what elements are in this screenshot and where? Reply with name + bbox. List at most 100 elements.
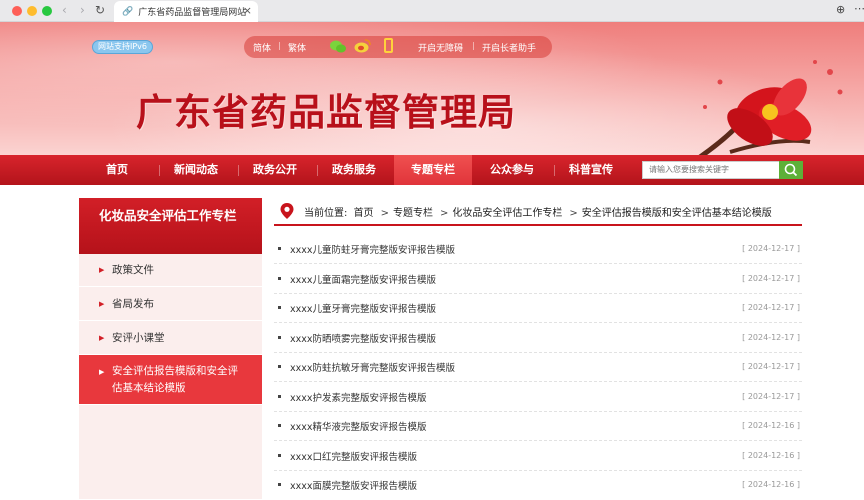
wechat-icon[interactable] [330, 40, 346, 53]
list-item[interactable]: xxxx防晒喷雾完整版安评报告模版 [ 2024-12-17 ] [274, 323, 802, 353]
bullet-icon [278, 247, 281, 250]
article-title-link[interactable]: xxxx儿童面霜完整版安评报告模版 [290, 272, 436, 286]
sidebar-item-releases[interactable]: ▶ 省局发布 [79, 287, 262, 321]
triangle-right-icon: ▶ [99, 334, 105, 342]
sidebar-item-label: 安评小课堂 [112, 332, 165, 344]
article-date: [ 2024-12-17 ] [742, 244, 800, 253]
article-date: [ 2024-12-17 ] [742, 333, 800, 342]
list-item[interactable]: xxxx儿童面霜完整版安评报告模版 [ 2024-12-17 ] [274, 264, 802, 294]
search-input[interactable]: 请输入您要搜索关键字 [642, 161, 782, 179]
maximize-window-button[interactable] [42, 6, 52, 16]
nav-item-home[interactable]: 首页 [84, 155, 150, 185]
list-item[interactable]: xxxx护发素完整版安评报告模版 [ 2024-12-17 ] [274, 382, 802, 412]
list-item[interactable]: xxxx口红完整版安评报告模版 [ 2024-12-16 ] [274, 441, 802, 471]
breadcrumb-column[interactable]: 化妆品安全评估工作专栏 [452, 208, 562, 219]
article-title-link[interactable]: xxxx护发素完整版安评报告模版 [290, 390, 427, 404]
nav-separator [238, 165, 239, 176]
reload-icon[interactable]: ↻ [95, 3, 105, 17]
browser-chrome: ‹ › ↻ 🔗 广东省药品监督管理局网站 × ⊕ ⋯ [0, 0, 864, 22]
bullet-icon [278, 454, 281, 457]
article-date: [ 2024-12-17 ] [742, 392, 800, 401]
sidebar-item-policy[interactable]: ▶ 政策文件 [79, 254, 262, 287]
article-date: [ 2024-12-17 ] [742, 303, 800, 312]
link-icon: 🔗 [122, 6, 134, 17]
tab-close-icon[interactable]: × [243, 4, 252, 17]
bullet-icon [278, 306, 281, 309]
nav-item-gov-affairs[interactable]: 政务公开 [242, 155, 308, 185]
nav-item-news[interactable]: 新闻动态 [163, 155, 229, 185]
article-title-link[interactable]: xxxx口红完整版安评报告模版 [290, 449, 417, 463]
article-title-link[interactable]: xxxx精华液完整版安评报告模版 [290, 419, 427, 433]
sidebar: 化妆品安全评估工作专栏 ▶ 政策文件 ▶ 省局发布 ▶ 安评小课堂 ▶ 安全评估… [79, 198, 262, 499]
list-item[interactable]: xxxx面膜完整版安评报告模版 [ 2024-12-16 ] [274, 470, 802, 500]
location-pin-icon [280, 203, 294, 219]
kapok-flower-icon [698, 60, 843, 155]
triangle-right-icon: ▶ [99, 300, 105, 308]
accessibility-link[interactable]: 开启无障碍 [418, 41, 463, 54]
list-item[interactable]: xxxx儿童牙膏完整版安评报告模版 [ 2024-12-17 ] [274, 293, 802, 323]
toolbar-separator: | [278, 41, 281, 50]
breadcrumb-trail: 当前位置: 首页 > 专题专栏 > 化妆品安全评估工作专栏 > 安全评估报告模版和安全评估基… [304, 204, 775, 219]
forward-icon[interactable]: › [80, 3, 85, 17]
article-title-link[interactable]: xxxx防蛀抗敏牙膏完整版安评报告模版 [290, 360, 455, 374]
simplified-link[interactable]: 简体 [253, 41, 271, 54]
triangle-right-icon: ▶ [99, 266, 105, 274]
sidebar-title: 化妆品安全评估工作专栏 [79, 198, 262, 254]
bullet-icon [278, 395, 281, 398]
close-window-button[interactable] [12, 6, 22, 16]
triangle-right-icon: ▶ [99, 368, 105, 376]
article-title-link[interactable]: xxxx儿童牙膏完整版安评报告模版 [290, 301, 436, 315]
sidebar-item-label: 安全评估报告模版和安全评估基本结论模版 [112, 365, 238, 394]
list-item[interactable]: xxxx防蛀抗敏牙膏完整版安评报告模版 [ 2024-12-17 ] [274, 352, 802, 382]
sidebar-item-label: 政策文件 [112, 264, 154, 276]
nav-item-special-topics[interactable]: 专题专栏 [394, 155, 472, 185]
list-item[interactable]: xxxx精华液完整版安评报告模版 [ 2024-12-16 ] [274, 411, 802, 441]
breadcrumb: 当前位置: 首页 > 专题专栏 > 化妆品安全评估工作专栏 > 安全评估报告模版和安全评估基… [274, 198, 802, 226]
sidebar-item-label: 省局发布 [112, 298, 154, 310]
breadcrumb-special-topics[interactable]: 专题专栏 [393, 208, 433, 219]
bullet-icon [278, 424, 281, 427]
tab-title: 广东省药品监督管理局网站 [138, 8, 247, 18]
site-title: 广东省药品监督管理局 [136, 90, 516, 134]
article-title-link[interactable]: xxxx面膜完整版安评报告模版 [290, 478, 417, 492]
sidebar-item-classroom[interactable]: ▶ 安评小课堂 [79, 321, 262, 355]
nav-separator [554, 165, 555, 176]
toolbar-separator: | [472, 41, 475, 50]
bullet-icon [278, 277, 281, 280]
search-button[interactable] [779, 161, 803, 179]
site-banner: 网站支持IPv6 简体 | 繁体 开启无障碍 | 开启长者助手 广东省药品监督管… [0, 22, 864, 155]
list-item[interactable]: xxxx儿童防蛀牙膏完整版安评报告模版 [ 2024-12-17 ] [274, 234, 802, 264]
article-date: [ 2024-12-17 ] [742, 362, 800, 371]
bullet-icon [278, 483, 281, 486]
elder-mode-link[interactable]: 开启长者助手 [482, 41, 536, 54]
breadcrumb-prefix: 当前位置: [304, 208, 348, 219]
nav-item-science[interactable]: 科普宣传 [558, 155, 624, 185]
traditional-link[interactable]: 繁体 [288, 41, 306, 54]
nav-separator [159, 165, 160, 176]
article-date: [ 2024-12-16 ] [742, 480, 800, 489]
bullet-icon [278, 365, 281, 368]
breadcrumb-separator: > [569, 208, 578, 219]
sidebar-item-templates[interactable]: ▶ 安全评估报告模版和安全评估基本结论模版 [79, 355, 262, 405]
mobile-icon[interactable] [384, 38, 393, 53]
breadcrumb-home[interactable]: 首页 [354, 208, 374, 219]
breadcrumb-separator: > [380, 208, 389, 219]
minimize-window-button[interactable] [27, 6, 37, 16]
header-toolbar: 简体 | 繁体 开启无障碍 | 开启长者助手 [244, 36, 552, 58]
breadcrumb-separator: > [439, 208, 449, 219]
article-date: [ 2024-12-17 ] [742, 274, 800, 283]
back-icon[interactable]: ‹ [62, 3, 67, 17]
weibo-icon[interactable] [354, 39, 371, 53]
more-icon[interactable]: ⋯ [854, 2, 864, 15]
globe-icon[interactable]: ⊕ [836, 3, 845, 16]
article-title-link[interactable]: xxxx防晒喷雾完整版安评报告模版 [290, 331, 436, 345]
breadcrumb-current[interactable]: 安全评估报告模版和安全评估基本结论模版 [582, 208, 772, 219]
article-date: [ 2024-12-16 ] [742, 421, 800, 430]
bullet-icon [278, 336, 281, 339]
ipv6-badge: 网站支持IPv6 [92, 40, 154, 54]
browser-tab[interactable]: 🔗 广东省药品监督管理局网站 × [114, 1, 258, 22]
nav-item-public-participation[interactable]: 公众参与 [479, 155, 545, 185]
article-title-link[interactable]: xxxx儿童防蛀牙膏完整版安评报告模版 [290, 242, 455, 256]
nav-item-gov-services[interactable]: 政务服务 [321, 155, 387, 185]
nav-separator [317, 165, 318, 176]
